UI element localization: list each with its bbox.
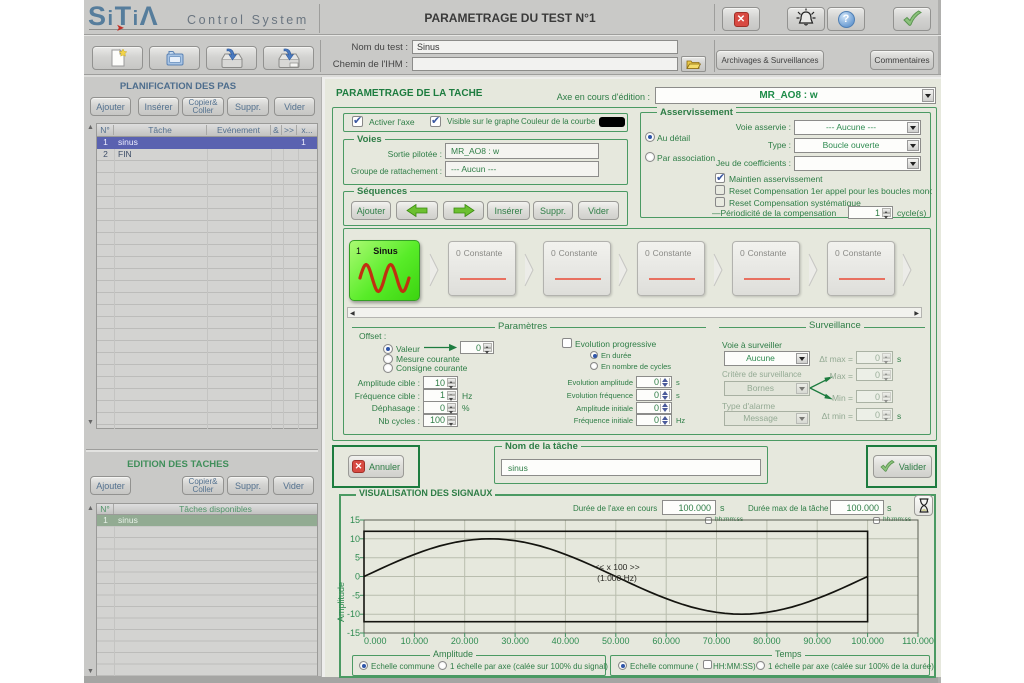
- svg-text:10.000: 10.000: [401, 636, 429, 646]
- svg-text:10: 10: [350, 534, 360, 544]
- svg-text:(1.000 Hz): (1.000 Hz): [597, 573, 637, 583]
- svg-text:80.000: 80.000: [753, 636, 781, 646]
- svg-text:<< x 100 >>: << x 100 >>: [594, 562, 639, 572]
- svg-text:100.000: 100.000: [851, 636, 884, 646]
- svg-text:60.000: 60.000: [652, 636, 680, 646]
- svg-text:70.000: 70.000: [703, 636, 731, 646]
- svg-text:-10: -10: [347, 609, 360, 619]
- svg-text:30.000: 30.000: [501, 636, 529, 646]
- svg-text:-15: -15: [347, 628, 360, 638]
- svg-text:-5: -5: [352, 590, 360, 600]
- svg-text:Amplitude: Amplitude: [336, 582, 346, 622]
- svg-text:15: 15: [350, 515, 360, 525]
- svg-text:5: 5: [355, 553, 360, 563]
- svg-text:110.000: 110.000: [902, 636, 934, 646]
- svg-text:50.000: 50.000: [602, 636, 630, 646]
- svg-text:0: 0: [355, 572, 360, 582]
- svg-text:20.000: 20.000: [451, 636, 479, 646]
- svg-text:40.000: 40.000: [552, 636, 580, 646]
- svg-text:0.000: 0.000: [364, 636, 387, 646]
- svg-text:90.000: 90.000: [803, 636, 831, 646]
